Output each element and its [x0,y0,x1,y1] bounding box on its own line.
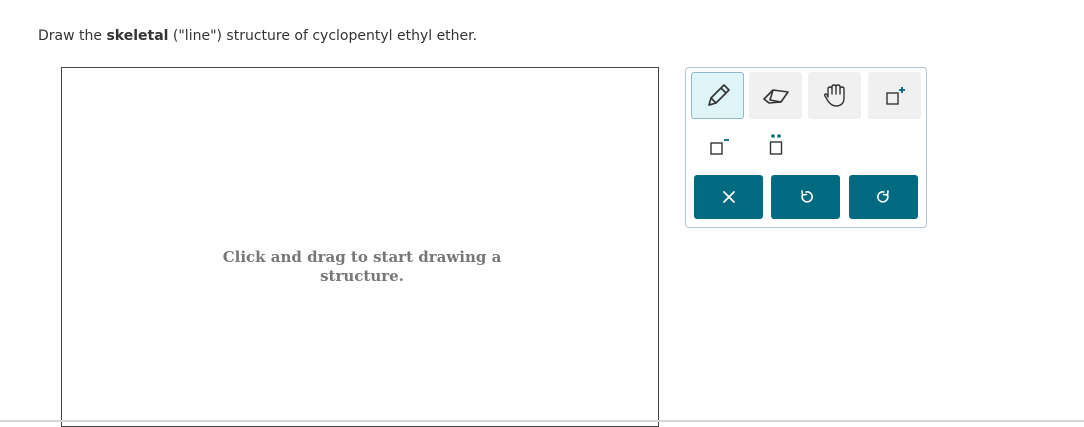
clear-button[interactable] [694,175,763,219]
close-icon [722,191,735,203]
question-emphasis: skeletal [106,28,169,44]
question-suffix: ("line") structure of cyclopentyl ethyl … [168,28,478,44]
hand-tool[interactable] [808,72,861,119]
lone-pair-icon [769,133,782,155]
positive-charge-icon [885,86,905,105]
add-negative-charge-tool[interactable] [691,121,744,168]
pencil-tool[interactable] [691,72,744,119]
pencil-icon [707,83,730,106]
hand-icon [823,83,845,107]
question-text: Draw the skeletal ("line") structure of … [38,27,477,45]
add-positive-charge-tool[interactable] [868,72,921,119]
eraser-icon [762,88,789,104]
redo-icon [876,190,889,203]
canvas-hint: Click and drag to start drawing a struct… [222,248,502,285]
undo-button[interactable] [771,175,840,219]
question-prefix: Draw the [38,28,107,44]
redo-button[interactable] [849,175,918,219]
add-lone-pair-tool[interactable] [749,121,802,168]
drawing-canvas[interactable]: Click and drag to start drawing a struct… [61,67,659,427]
eraser-tool[interactable] [749,72,802,119]
undo-icon [800,190,813,203]
negative-charge-icon [709,138,729,155]
drawing-toolbox [685,67,927,228]
